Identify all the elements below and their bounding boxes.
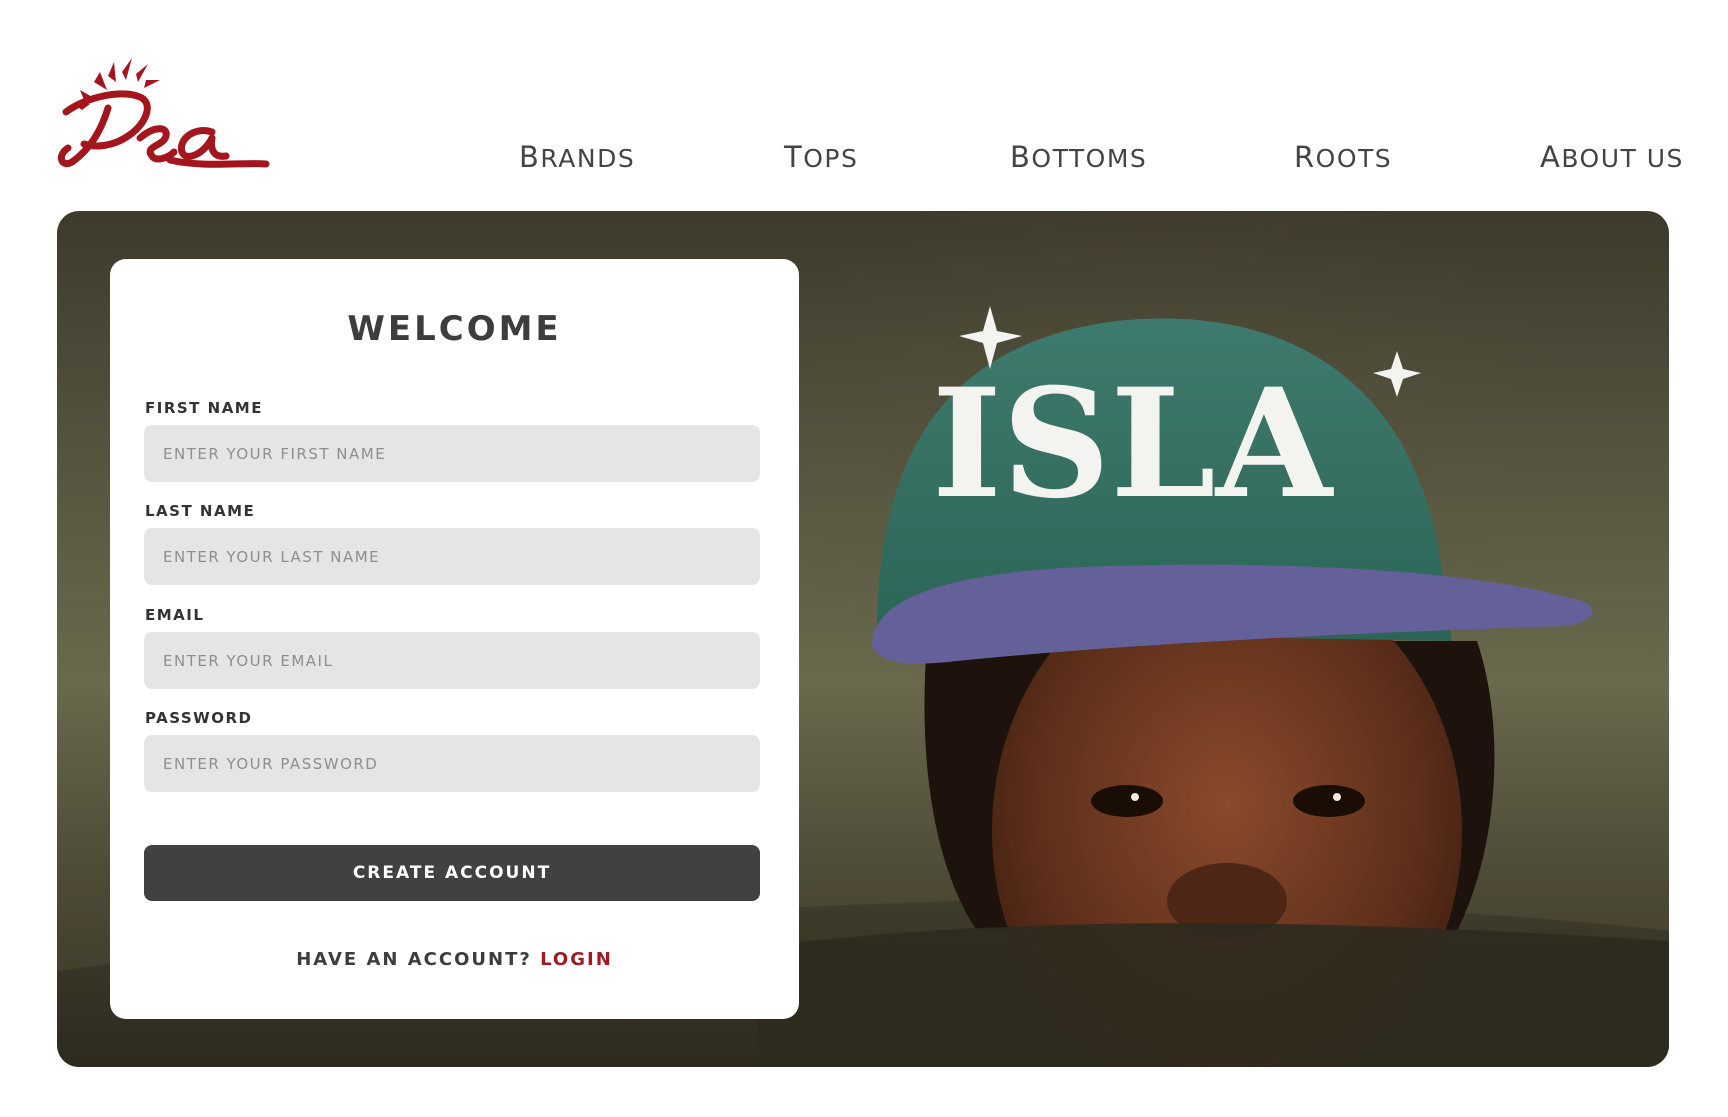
main-nav: Brands Tops Bottoms Roots About Us	[0, 140, 1728, 180]
first-name-label: FIRST NAME	[145, 399, 263, 417]
have-account-row: HAVE AN ACCOUNT? LOGIN	[110, 949, 799, 970]
password-label: PASSWORD	[145, 709, 253, 727]
cap-text: ISLA	[932, 356, 1335, 532]
nav-item-roots[interactable]: Roots	[1294, 140, 1392, 174]
last-name-input[interactable]	[144, 528, 760, 585]
nav-item-about-us[interactable]: About Us	[1540, 140, 1684, 174]
create-account-button[interactable]: CREATE ACCOUNT	[144, 845, 760, 901]
signup-card: WELCOME FIRST NAME LAST NAME EMAIL PASSW…	[110, 259, 799, 1019]
first-name-input[interactable]	[144, 425, 760, 482]
welcome-title: WELCOME	[347, 309, 562, 349]
nav-item-bottoms[interactable]: Bottoms	[1010, 140, 1147, 174]
password-input[interactable]	[144, 735, 760, 792]
email-label: EMAIL	[145, 606, 205, 624]
last-name-label: LAST NAME	[145, 502, 256, 520]
email-input[interactable]	[144, 632, 760, 689]
nav-item-tops[interactable]: Tops	[784, 140, 858, 174]
nav-item-brands[interactable]: Brands	[519, 140, 635, 174]
have-account-text: HAVE AN ACCOUNT?	[296, 949, 532, 970]
login-link[interactable]: LOGIN	[540, 949, 613, 970]
